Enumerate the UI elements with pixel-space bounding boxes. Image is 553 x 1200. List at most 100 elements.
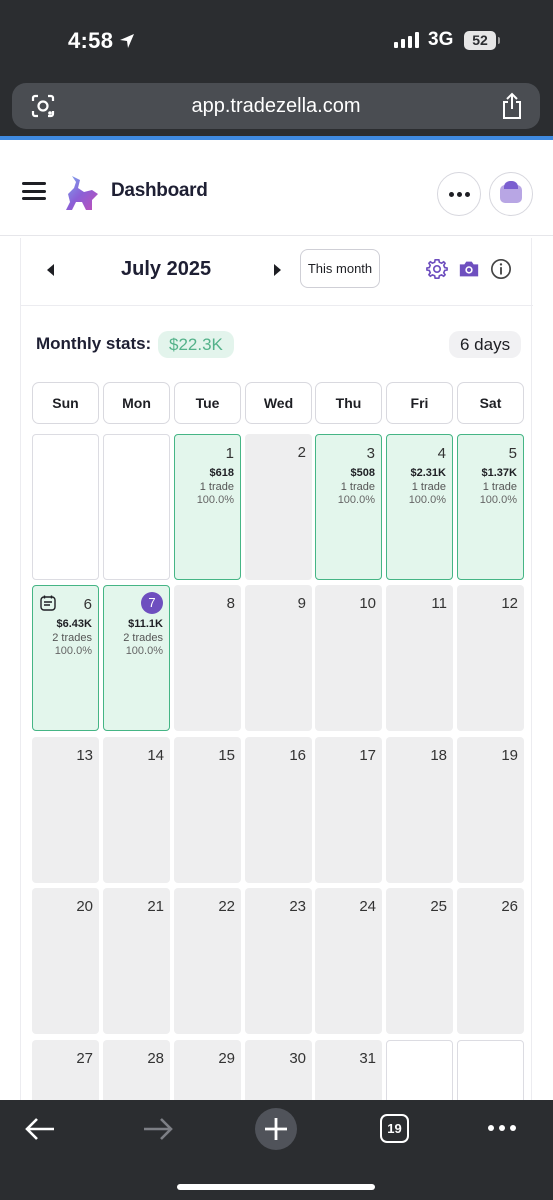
- app-header: Dashboard: [0, 140, 553, 236]
- day-number: 11: [431, 595, 447, 612]
- status-bar: 4:58 3G 52: [0, 0, 553, 80]
- day-number: 22: [218, 898, 235, 915]
- logo-icon: [66, 176, 98, 210]
- home-indicator: [177, 1184, 375, 1190]
- day-number: 25: [430, 898, 447, 915]
- day-number: 18: [430, 747, 447, 764]
- status-time: 4:58: [68, 28, 135, 54]
- day-number: 12: [501, 595, 518, 612]
- browser-toolbar: 19: [0, 1100, 553, 1200]
- calendar-day-13[interactable]: 13: [32, 737, 99, 883]
- new-tab-button[interactable]: [255, 1108, 297, 1150]
- day-number: 24: [359, 898, 376, 915]
- plus-icon: [265, 1118, 287, 1140]
- share-icon[interactable]: [500, 92, 524, 120]
- calendar-day-3[interactable]: 3 $508 1 trade 100.0%: [315, 434, 382, 580]
- calendar-day-22[interactable]: 22: [174, 888, 241, 1034]
- calendar-day-11[interactable]: 11: [386, 585, 453, 731]
- calendar-day-17[interactable]: 17: [315, 737, 382, 883]
- caret-left-icon[interactable]: [43, 262, 59, 278]
- day-number: 10: [359, 595, 376, 612]
- weekday-header: Mon: [103, 382, 170, 424]
- day-number: 13: [76, 747, 93, 764]
- calendar-day-21[interactable]: 21: [103, 888, 170, 1034]
- day-trades: 1 trade: [340, 481, 375, 493]
- journal-note-icon[interactable]: [39, 594, 57, 612]
- calendar-day-14[interactable]: 14: [103, 737, 170, 883]
- network-label: 3G: [428, 29, 454, 50]
- battery-icon: 52: [464, 31, 500, 50]
- day-number: 23: [289, 898, 306, 915]
- calendar-day-5[interactable]: 5 $1.37K 1 trade 100.0%: [457, 434, 524, 580]
- calendar-day-6[interactable]: 6 $6.43K 2 trades 100.0%: [32, 585, 99, 731]
- monthly-stats-label: Monthly stats:: [36, 334, 152, 353]
- calendar-day-26[interactable]: 26: [457, 888, 524, 1034]
- calendar-day-15[interactable]: 15: [174, 737, 241, 883]
- day-pnl: $1.37K: [481, 467, 517, 479]
- day-trades: 1 trade: [199, 481, 234, 493]
- weekday-header: Fri: [386, 382, 453, 424]
- calendar-day-23[interactable]: 23: [245, 888, 312, 1034]
- info-icon[interactable]: [490, 258, 512, 280]
- more-button[interactable]: [437, 172, 481, 216]
- day-pnl: $6.43K: [56, 618, 92, 630]
- calendar-day-2[interactable]: 2: [245, 434, 312, 580]
- day-win-rate: 100.0%: [196, 494, 234, 506]
- trading-days-count: 6 days: [449, 331, 522, 358]
- day-number: 6: [83, 596, 92, 613]
- tabs-icon[interactable]: 19: [380, 1114, 409, 1143]
- calendar-day-25[interactable]: 25: [386, 888, 453, 1034]
- day-number: 28: [147, 1050, 164, 1067]
- signal-icon: [394, 32, 419, 48]
- calendar-empty-cell: [32, 434, 99, 580]
- day-win-rate: 100.0%: [54, 645, 92, 657]
- weekday-header: Tue: [174, 382, 241, 424]
- calendar-day-4[interactable]: 4 $2.31K 1 trade 100.0%: [386, 434, 453, 580]
- location-arrow-icon: [120, 34, 135, 48]
- day-number: 26: [501, 898, 518, 915]
- calendar-day-19[interactable]: 19: [457, 737, 524, 883]
- forward-arrow-icon[interactable]: [142, 1116, 174, 1142]
- today-day-number: 7: [141, 592, 163, 614]
- back-arrow-icon[interactable]: [24, 1116, 56, 1142]
- day-number: 16: [289, 747, 306, 764]
- day-win-rate: 100.0%: [125, 645, 163, 657]
- calendar-day-7-today[interactable]: 7 $11.1K 2 trades 100.0%: [103, 585, 170, 731]
- this-month-button[interactable]: This month: [300, 249, 380, 288]
- menu-icon[interactable]: [22, 182, 46, 200]
- calendar-day-12[interactable]: 12: [457, 585, 524, 731]
- month-label: July 2025: [121, 258, 212, 280]
- avatar-button[interactable]: [489, 172, 533, 216]
- day-number: 17: [359, 747, 376, 764]
- browser-url-area: app.tradezella.com: [0, 80, 553, 138]
- day-number: 15: [218, 747, 235, 764]
- calendar-day-10[interactable]: 10: [315, 585, 382, 731]
- camera-icon[interactable]: [458, 258, 480, 280]
- url-text[interactable]: app.tradezella.com: [12, 95, 540, 118]
- calendar-card: July 2025 This month Monthly stats: $22.…: [20, 238, 533, 1186]
- day-number: 2: [297, 444, 306, 461]
- gear-icon[interactable]: [426, 258, 448, 280]
- calendar-day-1[interactable]: 1 $618 1 trade 100.0%: [174, 434, 241, 580]
- calendar-day-16[interactable]: 16: [245, 737, 312, 883]
- caret-right-icon[interactable]: [269, 262, 285, 278]
- more-icon[interactable]: [488, 1125, 516, 1131]
- day-pnl: $11.1K: [128, 618, 163, 630]
- day-number: 4: [437, 445, 446, 462]
- day-number: 30: [289, 1050, 306, 1067]
- day-number: 21: [147, 898, 164, 915]
- day-trades: 2 trades: [123, 632, 163, 644]
- calendar-day-18[interactable]: 18: [386, 737, 453, 883]
- calendar-day-8[interactable]: 8: [174, 585, 241, 731]
- day-number: 3: [366, 445, 375, 462]
- day-win-rate: 100.0%: [337, 494, 375, 506]
- day-trades: 1 trade: [482, 481, 517, 493]
- calendar-day-24[interactable]: 24: [315, 888, 382, 1034]
- calendar-day-20[interactable]: 20: [32, 888, 99, 1034]
- url-bar[interactable]: app.tradezella.com: [12, 83, 540, 129]
- day-win-rate: 100.0%: [408, 494, 446, 506]
- weekday-header: Wed: [245, 382, 312, 424]
- day-pnl: $2.31K: [410, 467, 446, 479]
- calendar-day-9[interactable]: 9: [245, 585, 312, 731]
- day-win-rate: 100.0%: [479, 494, 517, 506]
